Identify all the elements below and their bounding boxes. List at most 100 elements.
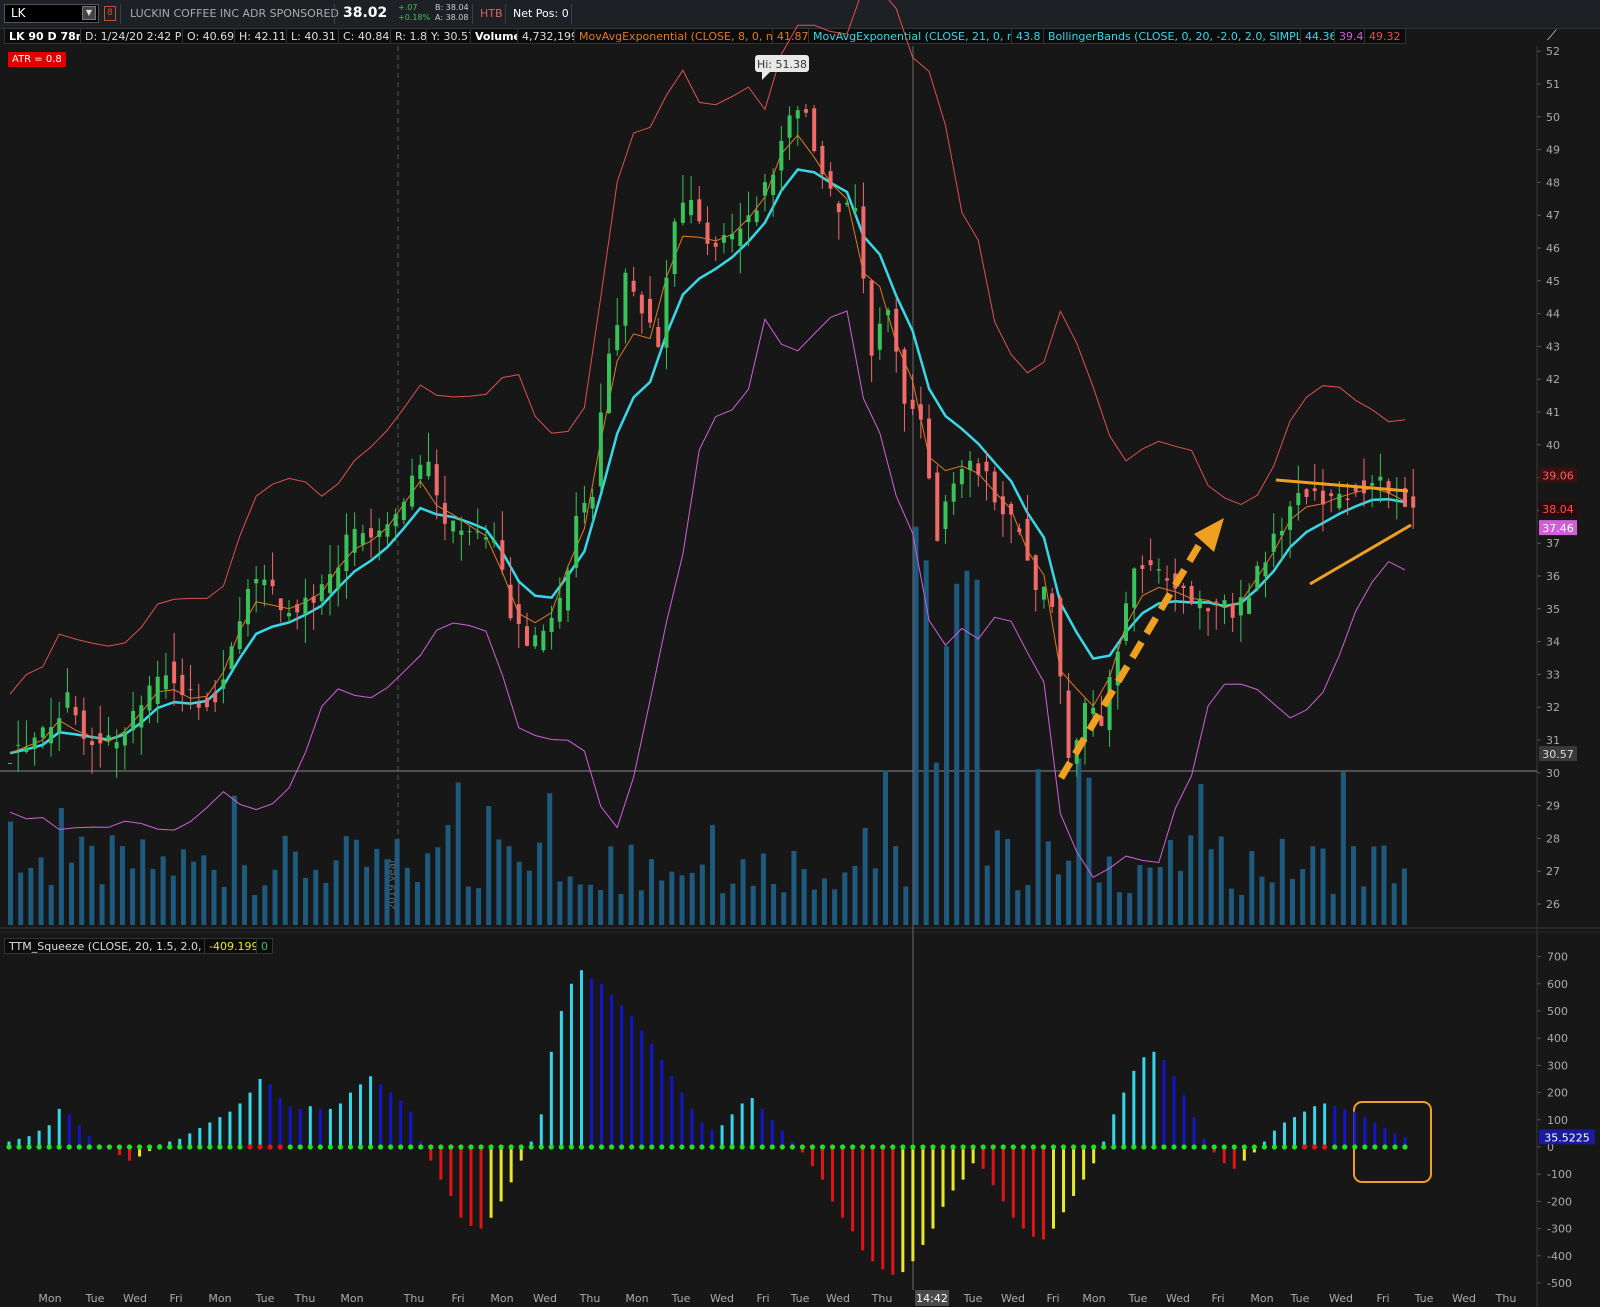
candle-body	[229, 646, 234, 670]
squeeze-dot	[317, 1144, 323, 1150]
squeeze-bar	[841, 1147, 845, 1218]
candle-body	[721, 235, 726, 243]
squeeze-dot	[910, 1144, 916, 1150]
squeeze-dot	[729, 1144, 735, 1150]
volume-bar	[1208, 849, 1214, 925]
squeeze-dot	[1201, 1144, 1207, 1150]
volume-bar	[821, 878, 827, 925]
candle-body	[861, 206, 866, 279]
squeeze-bar	[1041, 1147, 1045, 1240]
squeeze-dot	[398, 1144, 404, 1150]
squeeze-dot	[759, 1144, 765, 1150]
price-bubble-label: 39.06	[1542, 470, 1574, 483]
candle-body	[697, 199, 702, 222]
squeeze-dot	[709, 1144, 715, 1150]
candle-body	[713, 242, 718, 247]
candle-body	[426, 461, 431, 477]
squeeze-dot	[679, 1144, 685, 1150]
squeeze-bar	[399, 1100, 403, 1147]
time-axis-label: Mon	[1250, 1292, 1273, 1305]
candle-body	[1345, 498, 1350, 500]
squeeze-bar	[238, 1103, 242, 1147]
candle-body	[1165, 578, 1170, 581]
candle-body	[254, 579, 259, 584]
volume-bar	[476, 888, 482, 925]
candle-body	[360, 533, 365, 545]
squeeze-dot	[588, 1144, 595, 1150]
squeeze-dot	[327, 1144, 333, 1150]
candle-body	[943, 501, 948, 529]
volume-bar	[506, 846, 512, 925]
candle-body	[139, 705, 144, 728]
squeeze-bar	[228, 1111, 232, 1147]
candle-body	[1238, 597, 1243, 616]
volume-bar	[130, 868, 136, 925]
squeeze-label[interactable]: TTM_Squeeze (CLOSE, 20, 1.5, 2.0, 1.0)	[4, 938, 232, 954]
candle-body	[1288, 506, 1293, 530]
candle-body	[155, 676, 160, 704]
squeeze-dot	[106, 1144, 113, 1150]
squeeze-dot	[699, 1144, 705, 1150]
time-axis-label: Fri	[451, 1292, 464, 1305]
squeeze-dot	[347, 1144, 354, 1150]
volume-bar	[771, 883, 777, 925]
squeeze-dot	[538, 1144, 544, 1150]
volume-bar	[720, 893, 726, 925]
squeeze-dot	[1181, 1144, 1187, 1150]
volume-bar	[781, 892, 787, 925]
volume-bar	[903, 886, 909, 925]
candle-body	[1320, 490, 1325, 505]
candle-body	[1156, 569, 1161, 571]
candle-body	[1312, 488, 1317, 492]
volume-bar	[577, 884, 583, 925]
volume-bar	[1228, 888, 1234, 925]
time-axis-label: Tue	[1128, 1292, 1148, 1305]
time-axis-label: Fri	[756, 1292, 769, 1305]
high-bubble-label: Hi: 51.38	[757, 58, 807, 71]
volume-bar	[710, 824, 716, 925]
squeeze-dot	[1020, 1144, 1026, 1150]
candle-body	[328, 574, 333, 593]
squeeze-bar	[750, 1098, 754, 1147]
squeeze-bar	[1192, 1117, 1196, 1147]
squeeze-dot	[1101, 1144, 1107, 1150]
time-axis-label: Thu	[1495, 1292, 1517, 1305]
price-bubble-label: 30.57	[1542, 748, 1574, 761]
squeeze-bar	[348, 1092, 352, 1147]
price-tick-label: 46	[1546, 242, 1560, 255]
squeeze-bar	[1282, 1122, 1286, 1147]
volume-bar	[659, 880, 665, 925]
price-tick-label: 32	[1546, 701, 1560, 714]
price-chart[interactable]: 2019 year Hi: 51.38 52515049484746454443…	[0, 0, 1600, 1307]
squeeze-bar	[208, 1122, 212, 1147]
squeeze-bar	[248, 1092, 252, 1147]
volume-bar	[1381, 845, 1387, 925]
volume-bar	[455, 782, 461, 925]
squeeze-bar	[559, 1011, 563, 1147]
time-axis-label: Thu	[403, 1292, 425, 1305]
candle-body	[106, 735, 111, 741]
candle-body	[1132, 568, 1137, 608]
candle-body	[615, 325, 620, 351]
candle-body	[598, 412, 603, 487]
squeeze-dot	[337, 1144, 344, 1150]
candle-body	[795, 110, 800, 119]
time-axis-label: Mon	[340, 1292, 363, 1305]
squeeze-dot	[639, 1144, 645, 1150]
squeeze-dot	[458, 1144, 464, 1150]
price-tick-label: 44	[1546, 308, 1560, 321]
squeeze-bar	[941, 1147, 945, 1207]
candle-body	[475, 531, 480, 533]
squeeze-dot	[1301, 1144, 1308, 1150]
squeeze-bar	[579, 970, 583, 1147]
squeeze-tick-label: -100	[1547, 1168, 1572, 1181]
time-axis-label: Mon	[38, 1292, 61, 1305]
squeeze-dot	[1091, 1144, 1097, 1150]
squeeze-dot	[659, 1144, 665, 1150]
volume-bar	[913, 526, 919, 925]
squeeze-bar	[1182, 1095, 1186, 1147]
candle-body	[968, 460, 973, 471]
squeeze-bar	[981, 1147, 985, 1169]
volume-bar	[170, 875, 176, 925]
squeeze-dot	[900, 1144, 906, 1150]
